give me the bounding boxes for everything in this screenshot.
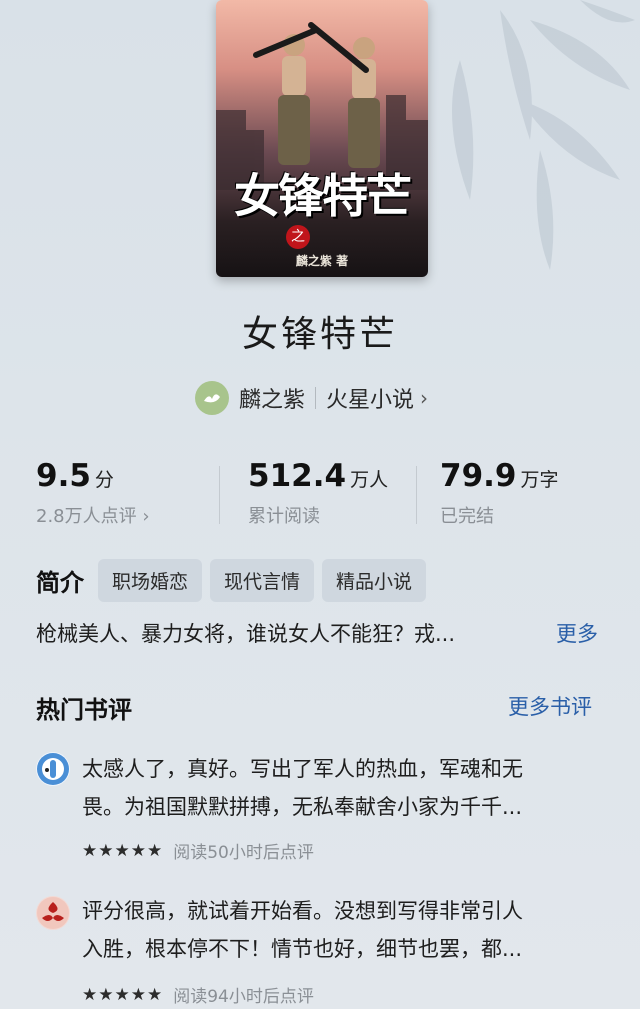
tag-modern-romance[interactable]: 现代言情	[210, 558, 315, 602]
author-name[interactable]: 麟之紫	[239, 382, 305, 414]
tag-quality-novel[interactable]: 精品小说	[322, 558, 427, 602]
intro-header: 简介 职场婚恋 现代言情 精品小说	[36, 558, 434, 602]
review-time: 阅读94小时后点评	[173, 987, 314, 1007]
review-item[interactable]: 太感人了，真好。写出了军人的热血，军魂和无 畏。为祖国默默拼搏，无私奉献舍小家为…	[36, 750, 616, 870]
divider	[315, 387, 317, 409]
review-text: 太感人了，真好。写出了军人的热血，军魂和无 畏。为祖国默默拼搏，无私奉献舍小家为…	[82, 750, 612, 826]
rating-value: 9.5	[36, 458, 91, 494]
stat-readers: 512.4 万人 累计阅读	[248, 458, 388, 528]
more-reviews-link[interactable]: 更多书评	[508, 691, 592, 721]
stat-words: 79.9 万字 已完结	[440, 458, 559, 528]
page-title: 女锋特芒	[241, 314, 398, 355]
star-rating: ★★★★★	[82, 840, 164, 861]
red-pattern-avatar-icon[interactable]	[36, 896, 70, 930]
words-value: 79.9	[440, 458, 517, 494]
cover-author: 麟之紫 著	[295, 254, 349, 268]
words-unit: 万字	[520, 469, 559, 491]
readers-label: 累计阅读	[248, 506, 320, 527]
review-time: 阅读50小时后点评	[173, 843, 314, 863]
divider	[416, 466, 417, 524]
review-line: 畏。为祖国默默拼搏，无私奉献舍小家为千千...	[82, 795, 523, 819]
status-label: 已完结	[440, 506, 494, 527]
author-avatar-icon	[195, 381, 229, 415]
rating-count[interactable]: 2.8万人点评 ›	[36, 502, 150, 528]
section-title: 热门书评	[36, 696, 132, 724]
publisher-link[interactable]: 火星小说	[326, 382, 414, 414]
star-rating: ★★★★★	[82, 984, 164, 1005]
review-line: 入胜，根本停不下！情节也好，细节也罢，都...	[82, 937, 523, 961]
review-meta: ★★★★★ 阅读94小时后点评	[82, 982, 314, 1008]
review-line: 评分很高，就试着开始看。没想到写得非常引人	[82, 899, 523, 923]
readers-unit: 万人	[350, 469, 389, 491]
book-cover[interactable]: 女锋特芒 麟之紫 著	[216, 0, 428, 277]
intro-more-link[interactable]: 更多	[556, 618, 598, 648]
readers-value: 512.4	[248, 458, 347, 494]
tag-workplace-romance[interactable]: 职场婚恋	[98, 558, 203, 602]
review-item[interactable]: 评分很高，就试着开始看。没想到写得非常引人 入胜，根本停不下！情节也好，细节也罢…	[36, 892, 616, 1009]
cartoon-avatar-icon[interactable]	[36, 752, 70, 786]
stats-row: 9.5 分 2.8万人点评 › 512.4 万人 累计阅读 79.9 万字 已完结	[0, 458, 640, 538]
cover-title: 女锋特芒	[234, 169, 412, 223]
intro-label: 简介	[36, 568, 84, 597]
review-line: 太感人了，真好。写出了军人的热血，军魂和无	[82, 757, 523, 781]
author-row[interactable]: 麟之紫 火星小说 ›	[195, 380, 428, 416]
divider	[219, 466, 220, 524]
intro-text[interactable]: 枪械美人、暴力女将，谁说女人不能狂？戎...	[36, 618, 455, 648]
cover-illustration	[216, 22, 428, 190]
review-meta: ★★★★★ 阅读50小时后点评	[82, 838, 314, 864]
rating-unit: 分	[94, 469, 114, 491]
chevron-right-icon: ›	[420, 386, 429, 410]
cover-badge: 之	[286, 225, 310, 249]
review-text: 评分很高，就试着开始看。没想到写得非常引人 入胜，根本停不下！情节也好，细节也罢…	[82, 892, 612, 968]
stat-rating[interactable]: 9.5 分 2.8万人点评 ›	[36, 458, 150, 528]
